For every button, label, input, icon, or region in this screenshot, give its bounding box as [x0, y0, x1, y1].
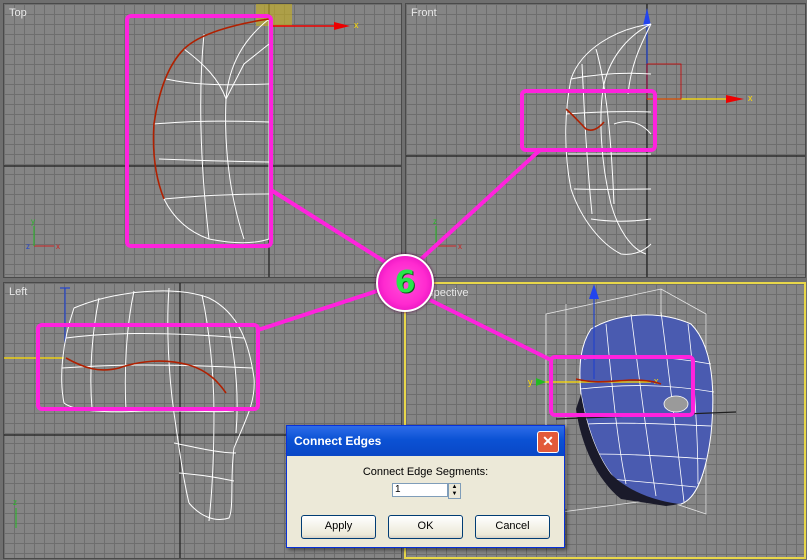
top-mesh: [153, 18, 270, 244]
step-number: 6: [394, 265, 416, 300]
left-axis-tripod: z: [13, 498, 17, 528]
svg-text:y: y: [31, 217, 35, 226]
front-mesh: [565, 23, 652, 255]
dialog-title: Connect Edges: [294, 434, 382, 448]
cancel-button[interactable]: Cancel: [475, 515, 550, 539]
segments-label: Connect Edge Segments:: [362, 466, 489, 478]
front-axis-tripod: x z: [433, 217, 462, 251]
svg-text:x: x: [56, 242, 60, 251]
spinner-up-icon[interactable]: ▲: [449, 484, 460, 491]
left-mesh: [61, 287, 255, 522]
segments-spinner[interactable]: 1 ▲ ▼: [392, 483, 461, 499]
spinner-buttons[interactable]: ▲ ▼: [448, 483, 461, 499]
dialog-titlebar[interactable]: Connect Edges ✕: [287, 426, 564, 456]
left-selected-edges: [65, 357, 227, 394]
spinner-down-icon[interactable]: ▼: [449, 491, 460, 498]
viewport-front[interactable]: Front x x z: [405, 3, 806, 278]
segments-input[interactable]: 1: [392, 483, 448, 497]
top-view-canvas: x x y z: [4, 4, 401, 277]
connect-edges-dialog: Connect Edges ✕ Connect Edge Segments: 1…: [286, 425, 565, 548]
svg-text:x: x: [748, 93, 753, 103]
step-number-badge: 6: [376, 254, 434, 312]
svg-text:x: x: [654, 376, 659, 386]
svg-text:z: z: [433, 217, 437, 226]
top-axis-tripod: x y z: [26, 217, 60, 251]
svg-text:y: y: [528, 377, 533, 387]
svg-text:x: x: [458, 242, 462, 251]
ok-button[interactable]: OK: [388, 515, 463, 539]
top-selected-edges: [152, 18, 270, 200]
viewport-top[interactable]: Top x x y z: [3, 3, 402, 278]
close-icon[interactable]: ✕: [537, 431, 559, 453]
perspective-mesh: [579, 314, 714, 505]
top-x-axis-label: x: [354, 20, 359, 30]
front-view-canvas: x x z: [406, 4, 805, 277]
svg-text:z: z: [26, 242, 30, 251]
svg-text:z: z: [13, 498, 17, 507]
apply-button[interactable]: Apply: [301, 515, 376, 539]
